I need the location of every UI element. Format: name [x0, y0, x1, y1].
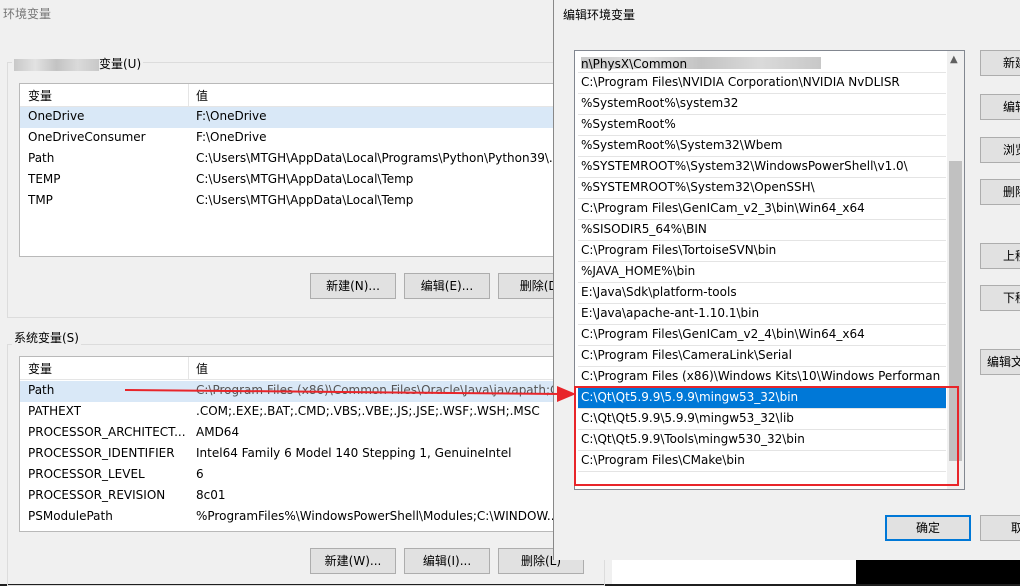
annotation-arrow — [124, 386, 576, 402]
